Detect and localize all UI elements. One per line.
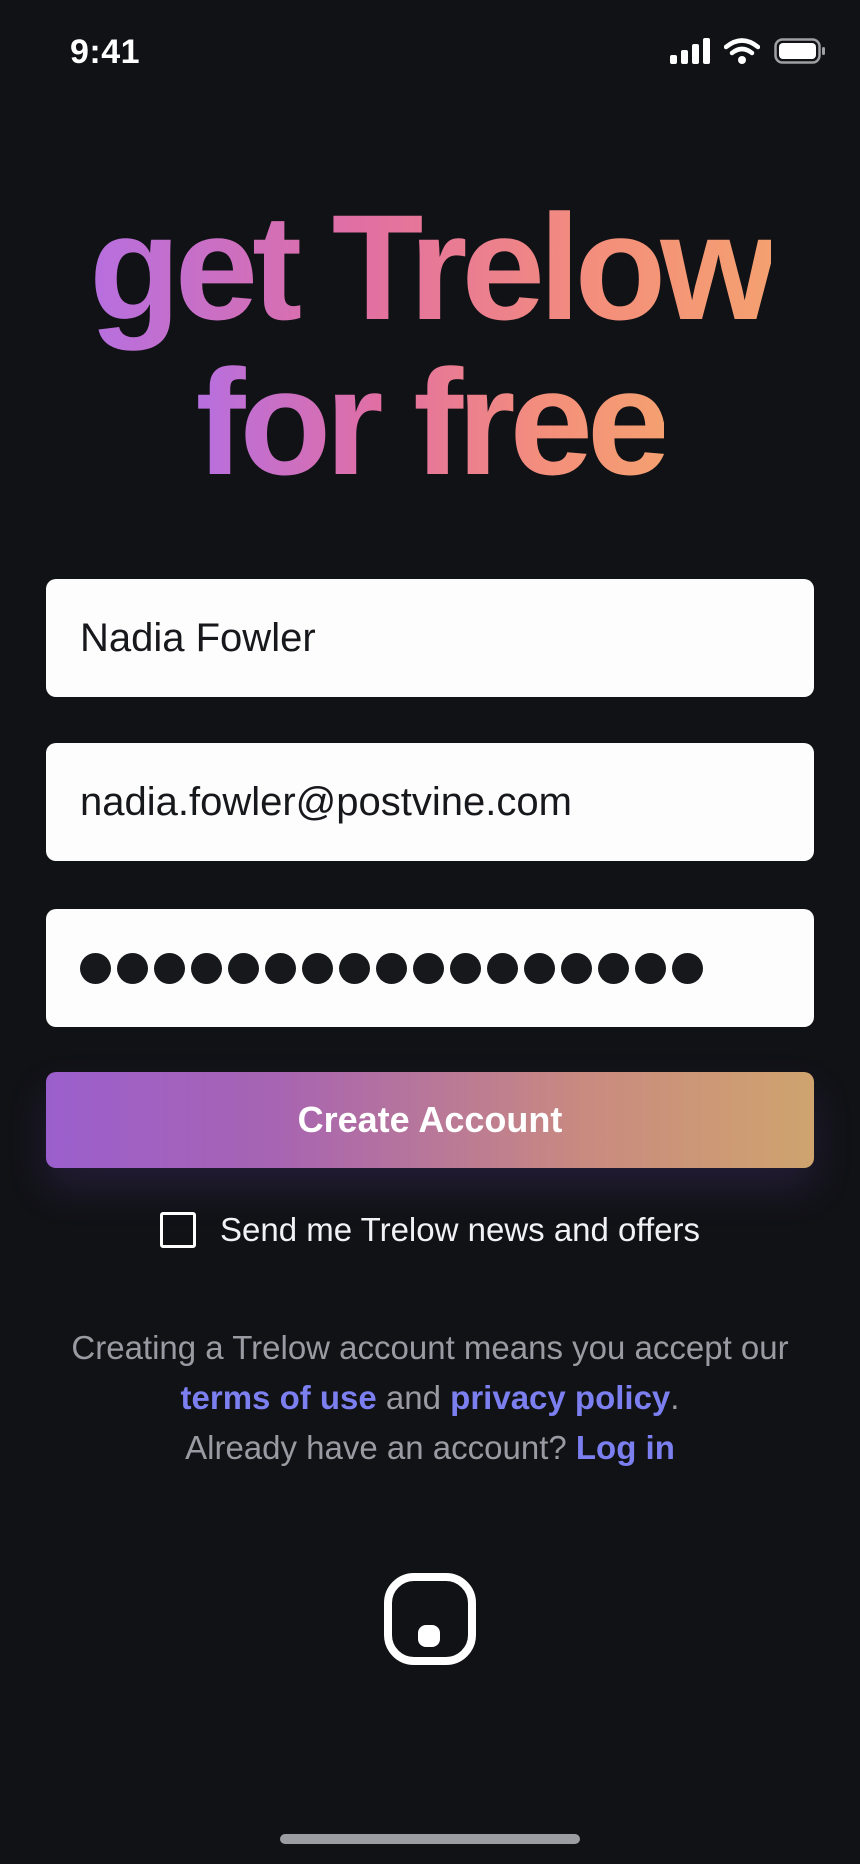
legal-line-2: terms of use and privacy policy. xyxy=(0,1373,860,1423)
password-dot xyxy=(228,952,259,984)
headline-line-2: for free xyxy=(195,338,671,506)
password-dot xyxy=(117,952,148,984)
log-in-link[interactable]: Log in xyxy=(576,1429,675,1466)
email-field-value: nadia.fowler@postvine.com xyxy=(80,779,572,824)
legal-line-1: Creating a Trelow account means you acce… xyxy=(71,1329,789,1366)
cellular-signal-icon xyxy=(670,38,710,64)
legal-line-3: Already have an account? Log in xyxy=(0,1423,860,1473)
password-mask xyxy=(80,952,703,984)
trelow-logo-icon xyxy=(384,1573,476,1665)
legal-period: . xyxy=(670,1379,680,1416)
home-indicator[interactable] xyxy=(280,1834,580,1844)
name-field-value: Nadia Fowler xyxy=(80,615,316,660)
create-account-button[interactable]: Create Account xyxy=(46,1072,814,1168)
password-dot xyxy=(265,952,296,984)
newsletter-option[interactable]: Send me Trelow news and offers xyxy=(0,1211,860,1249)
status-icons xyxy=(670,38,826,64)
headline-line-1: get Trelow xyxy=(89,183,777,351)
privacy-policy-link[interactable]: privacy policy xyxy=(450,1379,670,1416)
password-dot xyxy=(672,952,703,984)
password-dot xyxy=(302,952,333,984)
headline: get Trelow for free xyxy=(0,190,860,500)
password-dot xyxy=(635,952,666,984)
password-dot xyxy=(80,952,111,984)
password-field[interactable] xyxy=(46,909,814,1027)
password-dot xyxy=(487,952,518,984)
login-prompt: Already have an account? xyxy=(185,1429,576,1466)
password-dot xyxy=(339,952,370,984)
password-dot xyxy=(561,952,592,984)
password-dot xyxy=(376,952,407,984)
name-field[interactable]: Nadia Fowler xyxy=(46,579,814,697)
newsletter-checkbox[interactable] xyxy=(160,1212,196,1248)
terms-of-use-link[interactable]: terms of use xyxy=(181,1379,377,1416)
battery-icon xyxy=(774,38,825,64)
status-bar: 9:41 xyxy=(0,0,860,100)
email-field[interactable]: nadia.fowler@postvine.com xyxy=(46,743,814,861)
status-time: 9:41 xyxy=(70,33,141,71)
password-dot xyxy=(413,952,444,984)
password-dot xyxy=(191,952,222,984)
wifi-icon xyxy=(724,38,760,64)
legal-and-text: and xyxy=(376,1379,451,1416)
newsletter-label: Send me Trelow news and offers xyxy=(220,1211,700,1248)
password-dot xyxy=(524,952,555,984)
password-dot xyxy=(154,952,185,984)
password-dot xyxy=(598,952,629,984)
legal-text: Creating a Trelow account means you acce… xyxy=(0,1323,860,1473)
password-dot xyxy=(450,952,481,984)
